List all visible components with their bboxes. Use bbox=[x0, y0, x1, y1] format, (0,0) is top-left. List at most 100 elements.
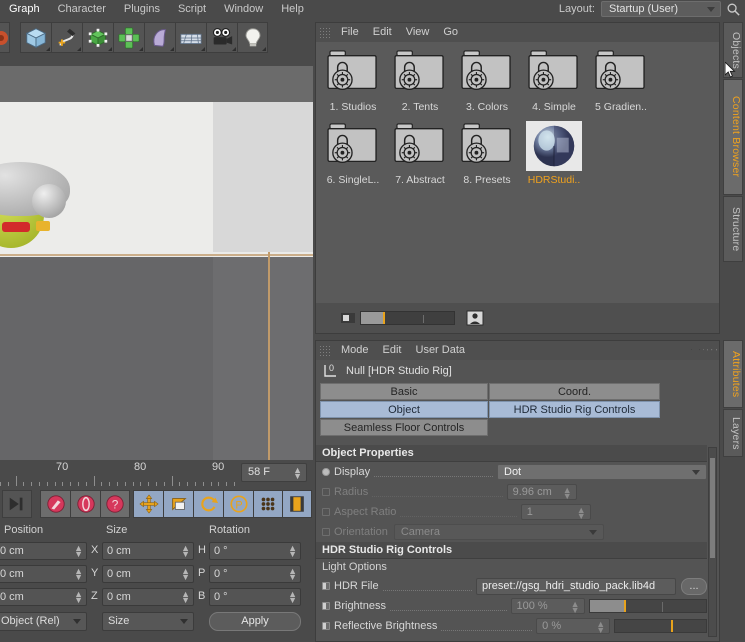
bend-deformer-icon[interactable] bbox=[144, 22, 175, 53]
brightness-field[interactable]: 100 % ▲ ▼ bbox=[510, 598, 585, 615]
animation-track-icon[interactable] bbox=[322, 528, 330, 536]
rotation-h-field[interactable]: 0 ° ▲ ▼ bbox=[209, 542, 301, 560]
content-browser-item[interactable]: HDRStudi.. bbox=[521, 121, 587, 186]
menu-item-window[interactable]: Window bbox=[215, 0, 272, 18]
move-tool-icon[interactable] bbox=[133, 490, 163, 518]
viewport[interactable] bbox=[0, 66, 313, 460]
locked-folder-icon[interactable] bbox=[392, 48, 448, 98]
timeline-track[interactable]: 70 80 90 bbox=[0, 460, 238, 488]
size-z-field[interactable]: 0 cm ▲ ▼ bbox=[102, 588, 194, 606]
record-keyframe-icon[interactable] bbox=[40, 490, 70, 518]
slider-thumb[interactable] bbox=[383, 312, 385, 324]
animation-track-icon[interactable] bbox=[322, 582, 330, 590]
animation-track-icon[interactable] bbox=[322, 508, 330, 516]
thumbnail-size-slider[interactable] bbox=[360, 311, 455, 325]
position-x-field[interactable]: 0 cm ▲ ▼ bbox=[0, 542, 87, 560]
small-thumbnail-icon[interactable] bbox=[340, 310, 356, 326]
spline-pen-icon[interactable] bbox=[51, 22, 82, 53]
locked-folder-icon[interactable] bbox=[526, 48, 582, 98]
stepper-icon[interactable]: ▲ ▼ bbox=[74, 567, 83, 582]
cb-menu-edit[interactable]: Edit bbox=[366, 23, 399, 42]
environment-floor-icon[interactable] bbox=[175, 22, 206, 53]
stepper-icon[interactable]: ▲ ▼ bbox=[181, 590, 190, 605]
search-icon[interactable] bbox=[726, 2, 741, 17]
content-browser-item[interactable]: 8. Presets bbox=[454, 121, 520, 186]
layout-dropdown[interactable]: Startup (User) bbox=[601, 1, 721, 17]
array-deformer-icon[interactable] bbox=[113, 22, 144, 53]
cb-menu-view[interactable]: View bbox=[399, 23, 437, 42]
position-y-field[interactable]: 0 cm ▲ ▼ bbox=[0, 565, 87, 583]
slider-thumb[interactable] bbox=[624, 600, 627, 612]
panel-grip-icon[interactable] bbox=[319, 27, 330, 38]
nurbs-generator-icon[interactable] bbox=[82, 22, 113, 53]
parametric-lock-icon[interactable]: P bbox=[223, 490, 253, 518]
display-dropdown[interactable]: Dot bbox=[497, 464, 707, 480]
timeline-ruler[interactable]: 70 80 90 58 F ▲ ▼ bbox=[0, 460, 313, 488]
scrollbar-thumb[interactable] bbox=[710, 458, 715, 558]
field-aspect-ratio[interactable]: Aspect Ratio 1 ▲ ▼ bbox=[316, 502, 707, 522]
tab-coord[interactable]: Coord. bbox=[489, 383, 660, 400]
stepper-icon[interactable]: ▲ ▼ bbox=[563, 486, 572, 501]
animation-track-icon[interactable] bbox=[322, 488, 330, 496]
menu-item-help[interactable]: Help bbox=[272, 0, 313, 18]
vtab-objects[interactable]: Objects bbox=[723, 22, 743, 78]
locked-folder-icon[interactable] bbox=[392, 121, 448, 171]
apply-button[interactable]: Apply bbox=[209, 612, 301, 631]
hdri-sphere-icon[interactable] bbox=[526, 121, 582, 171]
orientation-dropdown[interactable]: Camera bbox=[393, 524, 604, 540]
tab-hdr-studio-rig-controls[interactable]: HDR Studio Rig Controls bbox=[489, 401, 660, 418]
attributes-scrollbar[interactable] bbox=[708, 447, 717, 637]
cube-primitive-icon[interactable] bbox=[20, 22, 51, 53]
panel-grip-icon[interactable] bbox=[319, 345, 330, 356]
locked-folder-icon[interactable] bbox=[325, 48, 381, 98]
menu-item-plugins[interactable]: Plugins bbox=[115, 0, 169, 18]
rotation-b-field[interactable]: 0 ° ▲ ▼ bbox=[209, 588, 301, 606]
autokey-icon[interactable] bbox=[70, 490, 100, 518]
animation-track-icon[interactable] bbox=[322, 468, 330, 476]
content-browser-item[interactable]: 2. Tents bbox=[387, 48, 453, 113]
vtab-structure[interactable]: Structure bbox=[723, 196, 743, 262]
field-reflective-brightness[interactable]: Reflective Brightness 0 % ▲ ▼ bbox=[316, 616, 707, 636]
stepper-icon[interactable]: ▲ ▼ bbox=[288, 590, 297, 605]
size-x-field[interactable]: 0 cm ▲ ▼ bbox=[102, 542, 194, 560]
content-browser-item[interactable]: 1. Studios bbox=[320, 48, 386, 113]
aspect-ratio-field[interactable]: 1 ▲ ▼ bbox=[520, 504, 591, 521]
stepper-icon[interactable]: ▲ ▼ bbox=[571, 600, 580, 615]
at-menu-mode[interactable]: Mode bbox=[334, 341, 376, 360]
field-hdr-file[interactable]: HDR File preset://gsg_hdri_studio_pack.l… bbox=[316, 576, 707, 596]
animation-track-icon[interactable] bbox=[322, 602, 330, 610]
menu-item-graph[interactable]: Graph bbox=[0, 0, 49, 18]
rotate-tool-icon[interactable] bbox=[193, 490, 223, 518]
back-icon[interactable] bbox=[691, 349, 692, 351]
stepper-icon[interactable]: ▲ ▼ bbox=[181, 567, 190, 582]
content-browser-item[interactable]: 4. Simple bbox=[521, 48, 587, 113]
radius-field[interactable]: 9.96 cm ▲ ▼ bbox=[506, 484, 577, 501]
locked-folder-icon[interactable] bbox=[325, 121, 381, 171]
undo-icon[interactable] bbox=[0, 22, 10, 53]
search-icon[interactable] bbox=[703, 349, 705, 351]
locked-folder-icon[interactable] bbox=[459, 48, 515, 98]
stepper-icon[interactable]: ▲ ▼ bbox=[74, 590, 83, 605]
point-mode-icon[interactable] bbox=[253, 490, 283, 518]
frame-stepper[interactable]: ▲ ▼ bbox=[293, 466, 302, 481]
content-browser-grid-area[interactable]: 1. Studios 2. Tents 3. Colors 4. Simple bbox=[316, 42, 719, 303]
size-mode-dropdown[interactable]: Size bbox=[102, 612, 194, 631]
at-menu-edit[interactable]: Edit bbox=[376, 341, 409, 360]
vtab-attributes[interactable]: Attributes bbox=[723, 340, 743, 408]
reflective-brightness-field[interactable]: 0 % ▲ ▼ bbox=[536, 618, 611, 635]
content-browser-item[interactable]: 5 Gradien.. bbox=[588, 48, 654, 113]
content-browser-item[interactable]: 3. Colors bbox=[454, 48, 520, 113]
content-browser-item[interactable]: 6. SingleL.. bbox=[320, 121, 386, 186]
keyframe-selection-icon[interactable]: ? bbox=[100, 490, 130, 518]
field-brightness[interactable]: Brightness 100 % ▲ ▼ bbox=[316, 596, 707, 616]
coordinate-mode-dropdown[interactable]: Object (Rel) bbox=[0, 612, 87, 631]
stepper-icon[interactable]: ▲ ▼ bbox=[577, 506, 586, 521]
vtab-content-browser[interactable]: Content Browser bbox=[723, 79, 743, 195]
tab-object[interactable]: Object bbox=[320, 401, 488, 418]
go-to-end-icon[interactable] bbox=[2, 490, 32, 518]
at-menu-user-data[interactable]: User Data bbox=[409, 341, 473, 360]
hdr-file-browse-button[interactable]: ... bbox=[681, 577, 707, 595]
size-y-field[interactable]: 0 cm ▲ ▼ bbox=[102, 565, 194, 583]
brightness-slider[interactable] bbox=[588, 599, 707, 613]
locked-folder-icon[interactable] bbox=[459, 121, 515, 171]
